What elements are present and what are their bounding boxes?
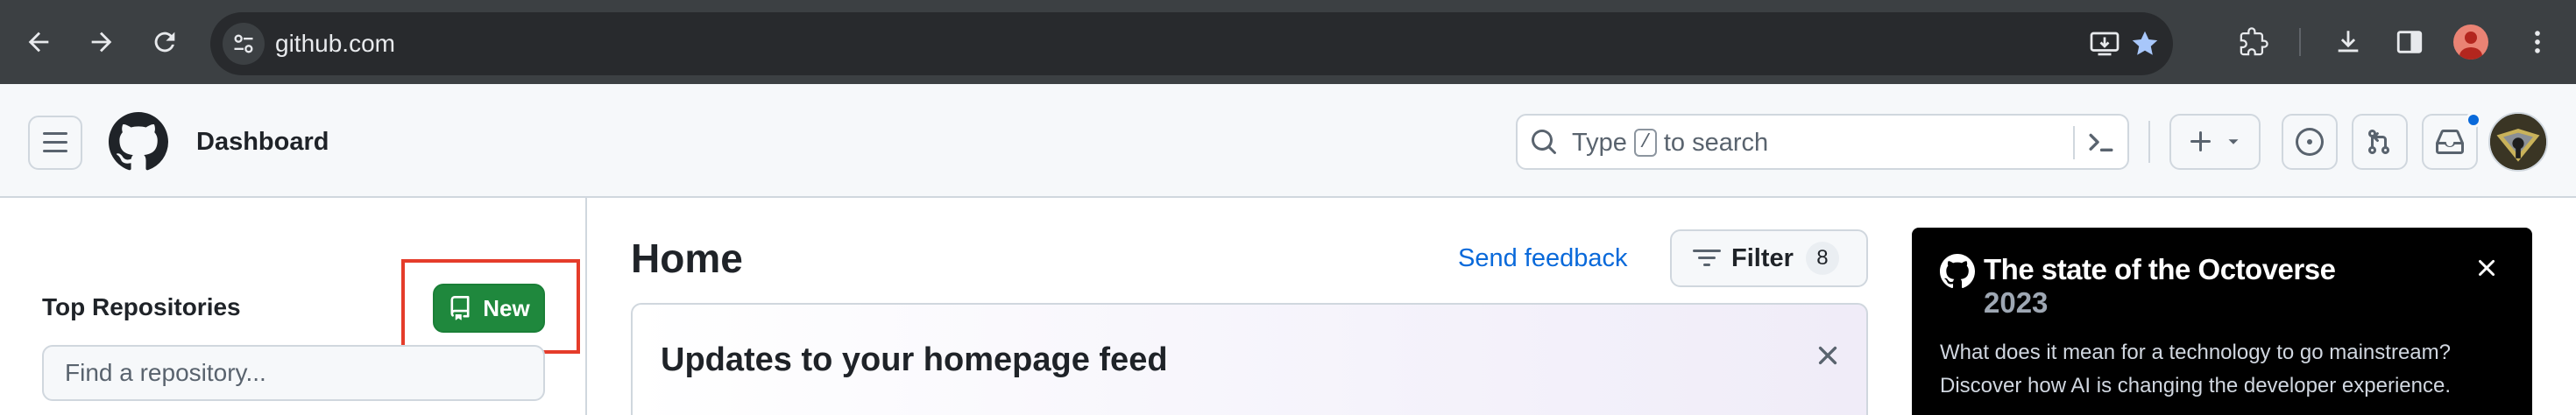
annotation-highlight-box	[401, 259, 580, 354]
back-button[interactable]	[18, 21, 60, 63]
toolbar-divider	[2299, 28, 2301, 56]
filter-label: Filter	[1731, 243, 1794, 272]
command-palette-icon[interactable]	[2085, 128, 2117, 159]
kebab-menu-icon	[2535, 31, 2540, 53]
close-icon[interactable]	[1812, 340, 1844, 371]
install-app-button[interactable]	[2085, 25, 2124, 63]
issues-button[interactable]	[2282, 114, 2338, 170]
promo-title: The state of the Octoverse	[1984, 253, 2336, 285]
address-bar[interactable]: github.com	[210, 12, 2173, 75]
pull-requests-button[interactable]	[2352, 114, 2408, 170]
tune-icon	[234, 34, 253, 53]
extensions-button[interactable]	[2233, 21, 2275, 63]
notification-indicator	[2466, 112, 2481, 128]
github-logo-icon[interactable]	[109, 112, 168, 172]
forward-arrow-icon	[91, 32, 112, 53]
search-input[interactable]: Type / to search	[1516, 114, 2129, 170]
search-divider	[2073, 126, 2075, 159]
plus-icon	[2190, 131, 2211, 151]
filter-count-badge: 8	[1805, 242, 1839, 275]
downloads-button[interactable]	[2327, 21, 2369, 63]
feed-filter-button[interactable]: Filter 8	[1670, 229, 1868, 287]
chrome-menu-button[interactable]	[2516, 21, 2558, 63]
octoverse-promo-card[interactable]: The state of the Octoverse 2023 What doe…	[1912, 228, 2532, 415]
side-panel-button[interactable]	[2388, 21, 2431, 63]
promo-year: 2023	[1984, 286, 2049, 319]
search-placeholder: Type / to search	[1572, 128, 1768, 158]
issue-opened-icon	[2296, 128, 2324, 156]
find-repository-input[interactable]	[44, 347, 543, 399]
puzzle-icon	[2240, 27, 2268, 56]
dashboard-sidebar: Top Repositories New	[0, 198, 587, 415]
hamburger-icon	[43, 132, 67, 152]
top-repositories-heading: Top Repositories	[42, 293, 241, 320]
page-title: Home	[631, 236, 743, 281]
send-feedback-link[interactable]: Send feedback	[1458, 243, 1627, 273]
create-new-button[interactable]	[2169, 114, 2261, 170]
avatar-image	[2490, 114, 2546, 170]
updates-card-title: Updates to your homepage feed	[661, 341, 1168, 378]
search-placeholder-suffix: to search	[1663, 129, 1769, 157]
search-icon	[1532, 130, 1556, 154]
side-panel-icon	[2396, 31, 2423, 53]
inbox-icon	[2436, 130, 2464, 154]
user-avatar[interactable]	[2488, 112, 2548, 172]
reload-button[interactable]	[144, 21, 186, 63]
download-icon	[2338, 31, 2359, 53]
close-icon[interactable]	[2473, 254, 2501, 282]
github-logo-icon	[1940, 254, 1975, 289]
person-icon	[2459, 32, 2482, 60]
promo-description: What does it mean for a technology to go…	[1940, 341, 2452, 397]
feed-updates-card: Updates to your homepage feed	[631, 303, 1868, 415]
forward-button[interactable]	[81, 21, 123, 63]
install-app-icon	[2090, 32, 2120, 56]
site-info-button[interactable]	[223, 23, 265, 65]
profile-avatar[interactable]	[2453, 25, 2488, 60]
url-text[interactable]: github.com	[275, 28, 395, 60]
find-repository-field[interactable]	[42, 345, 545, 401]
bookmark-star-button[interactable]	[2126, 25, 2164, 63]
open-global-nav-button[interactable]	[28, 116, 82, 170]
context-title[interactable]: Dashboard	[196, 126, 329, 158]
filter-icon	[1693, 250, 1721, 266]
caret-down-icon	[2228, 139, 2239, 144]
search-placeholder-prefix: Type	[1572, 129, 1627, 157]
browser-toolbar: github.com	[0, 0, 2576, 84]
git-pull-request-icon	[2368, 129, 2389, 155]
reload-icon	[154, 32, 175, 53]
github-header: Dashboard Type / to search	[0, 84, 2576, 198]
slash-key-hint: /	[1633, 129, 1657, 157]
back-arrow-icon	[28, 32, 49, 53]
star-icon	[2132, 31, 2158, 55]
header-divider	[2148, 121, 2150, 163]
